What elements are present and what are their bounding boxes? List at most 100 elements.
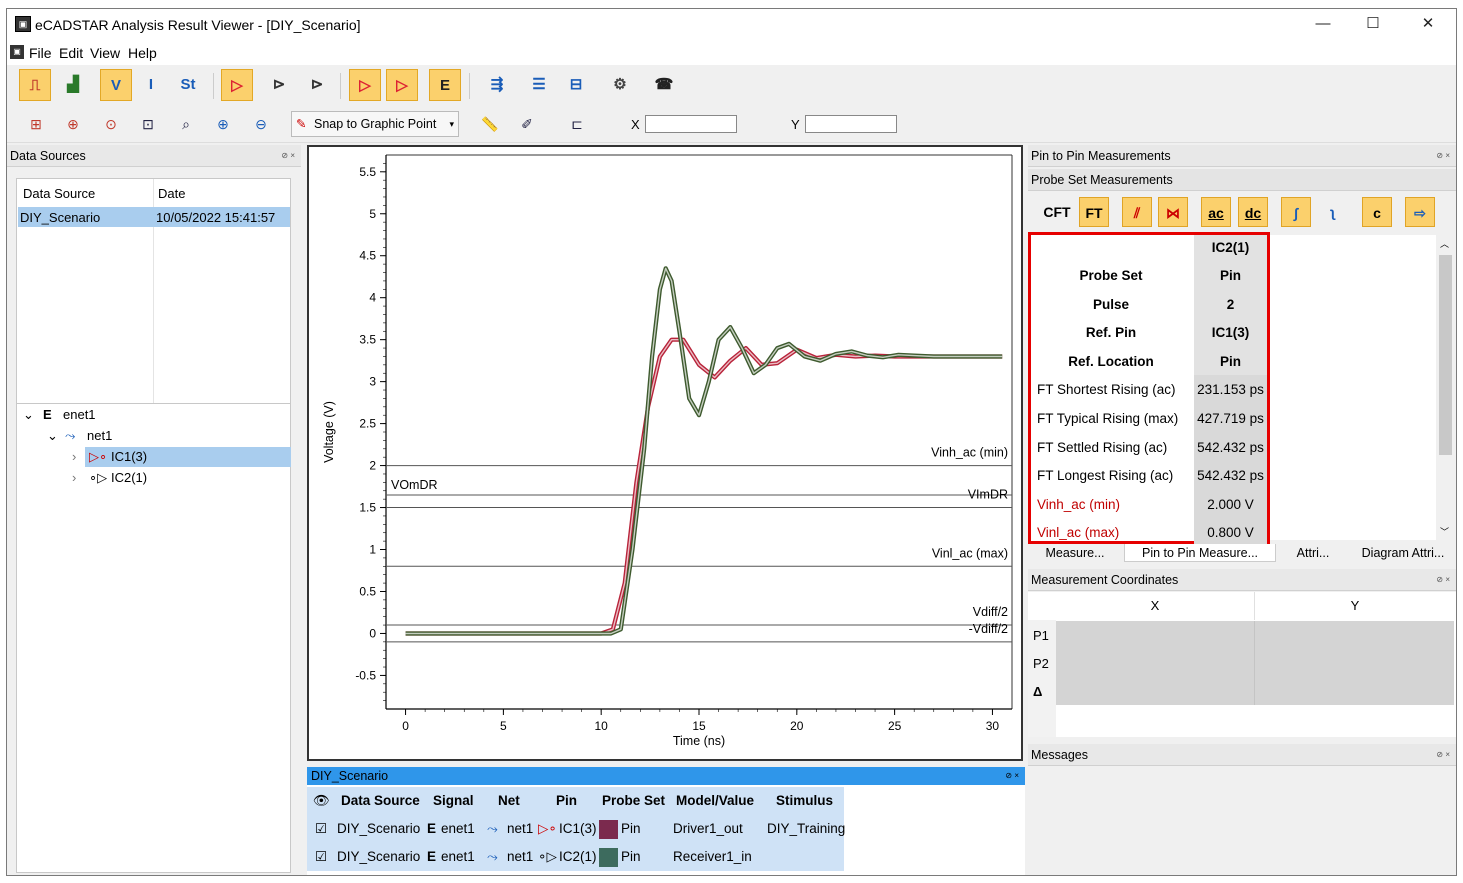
fit-all-icon[interactable]: ⊞ xyxy=(22,110,50,138)
y-tick-label: 2.5 xyxy=(359,417,376,431)
fall-icon[interactable]: ʅ xyxy=(1318,197,1348,227)
series-line-outer-1 xyxy=(405,266,1003,636)
x-field[interactable] xyxy=(645,115,737,133)
table-row[interactable]: DIY_Scenario 10/05/2022 15:41:57 xyxy=(18,207,290,227)
menu-view[interactable]: View xyxy=(90,45,120,61)
hierarchy-icon[interactable]: ⊟ xyxy=(560,69,592,101)
minimize-icon[interactable]: — xyxy=(1300,11,1346,37)
rising-edge-icon[interactable]: ⫽ xyxy=(1122,197,1152,227)
menu-help[interactable]: Help xyxy=(128,45,157,61)
expand-arrow-icon[interactable]: ⌄ xyxy=(23,405,34,425)
phone-icon[interactable]: ☎ xyxy=(648,69,680,101)
measurement-value[interactable]: 542.432 ps xyxy=(1194,432,1267,462)
probe-driver-icon[interactable]: ▷ xyxy=(221,69,253,101)
ac-button[interactable]: ac xyxy=(1201,197,1231,227)
scrollbar-thumb[interactable] xyxy=(1439,255,1452,455)
histogram-icon[interactable]: ▟ xyxy=(57,69,89,101)
waveform-view-icon[interactable]: ⎍ xyxy=(19,69,51,101)
data-sources-header: Data Sources ⊘ × xyxy=(7,145,301,167)
signal-list-panel: DIY_Scenario ⊘ × 👁 Data Source Signal Ne… xyxy=(307,767,1025,875)
expand-arrow-icon[interactable]: ⌄ xyxy=(47,426,58,446)
tab-diagram-attributes[interactable]: Diagram Attri... xyxy=(1350,544,1456,562)
pin-icon[interactable]: ⊘ × xyxy=(1436,569,1450,591)
chevron-right-icon[interactable]: › xyxy=(72,468,76,488)
probe-add-icon[interactable]: ⊳ xyxy=(263,69,295,101)
close-icon[interactable]: ✕ xyxy=(1405,11,1451,37)
measurement-value[interactable]: 542.432 ps xyxy=(1194,461,1267,491)
ruler-icon[interactable]: 📏 xyxy=(476,110,504,138)
enet-icon: E xyxy=(427,849,437,864)
measurement-value[interactable]: Pin xyxy=(1194,261,1267,290)
c-button[interactable]: c xyxy=(1362,197,1392,227)
gear-icon[interactable]: ⚙ xyxy=(604,69,636,101)
measurement-row: Ref. Pin IC1(3) xyxy=(1031,318,1267,348)
tab-pin-to-pin[interactable]: Pin to Pin Measure... xyxy=(1124,544,1276,562)
row2-checkbox[interactable]: ☑ xyxy=(315,843,327,871)
chart-svg[interactable]: -0.5 0 0.5 1 1.5 2 2.5 3 3.5 4 4.5 5 5.5 0 5 10 15 20 25 30… xyxy=(309,147,1021,759)
row1-checkbox[interactable]: ☑ xyxy=(315,815,327,843)
zoom-region-icon[interactable]: ⊙ xyxy=(97,110,125,138)
visibility-eye-icon[interactable]: 👁 xyxy=(313,787,330,815)
tree-pin2-label[interactable]: IC2(1) xyxy=(111,468,147,488)
tree-net[interactable]: net1 xyxy=(87,426,112,446)
chevron-down-icon[interactable]: ﹀ xyxy=(1440,525,1449,538)
snap-dropdown[interactable]: ✎ Snap to Graphic Point ▾ xyxy=(291,111,459,137)
measurement-value[interactable]: IC1(3) xyxy=(1194,318,1267,348)
pin-icon[interactable]: ⊘ × xyxy=(281,145,295,167)
measurement-value[interactable]: Pin xyxy=(1194,346,1267,376)
y-tick-label: 4.5 xyxy=(359,249,376,263)
zoom-fit-icon[interactable]: ⊡ xyxy=(134,110,162,138)
tree-enet[interactable]: enet1 xyxy=(63,405,96,425)
zoom-out-icon[interactable]: ⊖ xyxy=(247,110,275,138)
scrollbar[interactable]: ︿ ﹀ xyxy=(1436,235,1455,540)
measure-bar-icon[interactable]: ⊏ xyxy=(563,110,591,138)
measurement-table: IC2(1) Probe Set Pin Pulse 2 Ref. Pin IC1(3) R… xyxy=(1028,232,1270,548)
measurement-value[interactable]: 2.000 V xyxy=(1194,489,1267,519)
enet-icon[interactable]: E xyxy=(429,69,461,101)
ruler-dropdown-icon[interactable]: ✐ xyxy=(513,110,541,138)
dc-button[interactable]: dc xyxy=(1238,197,1268,227)
export-icon[interactable]: ⇶ xyxy=(481,69,513,101)
snap-label: Snap to Graphic Point xyxy=(314,117,437,131)
row1-net: net1 xyxy=(507,821,534,836)
view-toolbar: ⊞ ⊕ ⊙ ⊡ ⌕ ⊕ ⊖ ✎ Snap to Graphic Point ▾ … xyxy=(7,107,1456,143)
driver-pin-icon[interactable]: ▷ xyxy=(349,69,381,101)
ft-button[interactable]: FT xyxy=(1079,197,1109,227)
voltage-mode-icon[interactable]: V xyxy=(100,69,132,101)
list-view-icon[interactable]: ☰ xyxy=(523,69,555,101)
zoom-in-icon[interactable]: ⊕ xyxy=(209,110,237,138)
maximize-icon[interactable]: ☐ xyxy=(1350,11,1396,37)
pin-icon[interactable]: ⊘ × xyxy=(1436,744,1450,766)
current-mode-icon[interactable]: I xyxy=(135,69,167,101)
y-field[interactable] xyxy=(805,115,897,133)
menu-edit[interactable]: Edit xyxy=(59,45,83,61)
pin-icon[interactable]: ⊘ × xyxy=(1005,767,1019,785)
zoom-window-icon[interactable]: ⌕ xyxy=(172,110,200,138)
color-swatch[interactable] xyxy=(599,848,618,867)
measurement-value[interactable]: 231.153 ps xyxy=(1194,375,1267,405)
export-icon[interactable]: ⇨ xyxy=(1405,197,1435,227)
falling-edge-icon[interactable]: ⋈ xyxy=(1158,197,1188,227)
rise-icon[interactable]: ∫ xyxy=(1281,197,1311,227)
cft-button[interactable]: CFT xyxy=(1042,197,1072,227)
coord-cells[interactable] xyxy=(1056,621,1454,705)
tab-attributes[interactable]: Attri... xyxy=(1278,544,1348,562)
measurement-value[interactable]: 427.719 ps xyxy=(1194,404,1267,433)
signal-panel-title: DIY_Scenario xyxy=(311,769,389,783)
measurement-label: FT Longest Rising (ac) xyxy=(1037,468,1174,484)
waveform-chart[interactable]: -0.5 0 0.5 1 1.5 2 2.5 3 3.5 4 4.5 5 5.5 0 5 10 15 20 25 30… xyxy=(307,145,1023,761)
color-swatch[interactable] xyxy=(599,820,618,839)
measurement-row: Pulse 2 xyxy=(1031,289,1267,319)
chevron-right-icon[interactable]: › xyxy=(72,447,76,467)
expand-icon[interactable]: ⊕ xyxy=(59,110,87,138)
pin-icon[interactable]: ⊘ × xyxy=(1436,145,1450,167)
chevron-up-icon[interactable]: ︿ xyxy=(1440,237,1449,250)
tab-measure[interactable]: Measure... xyxy=(1028,544,1122,562)
measurement-coordinates-title: Measurement Coordinates xyxy=(1031,573,1179,587)
state-mode-icon[interactable]: St xyxy=(172,69,204,101)
measurement-value[interactable]: 2 xyxy=(1194,289,1267,319)
menu-file[interactable]: File xyxy=(29,45,52,61)
snap-icon: ✎ xyxy=(296,117,307,131)
receiver-pin-icon[interactable]: ▷ xyxy=(386,69,418,101)
probe-remove-icon[interactable]: ⊳ xyxy=(301,69,333,101)
